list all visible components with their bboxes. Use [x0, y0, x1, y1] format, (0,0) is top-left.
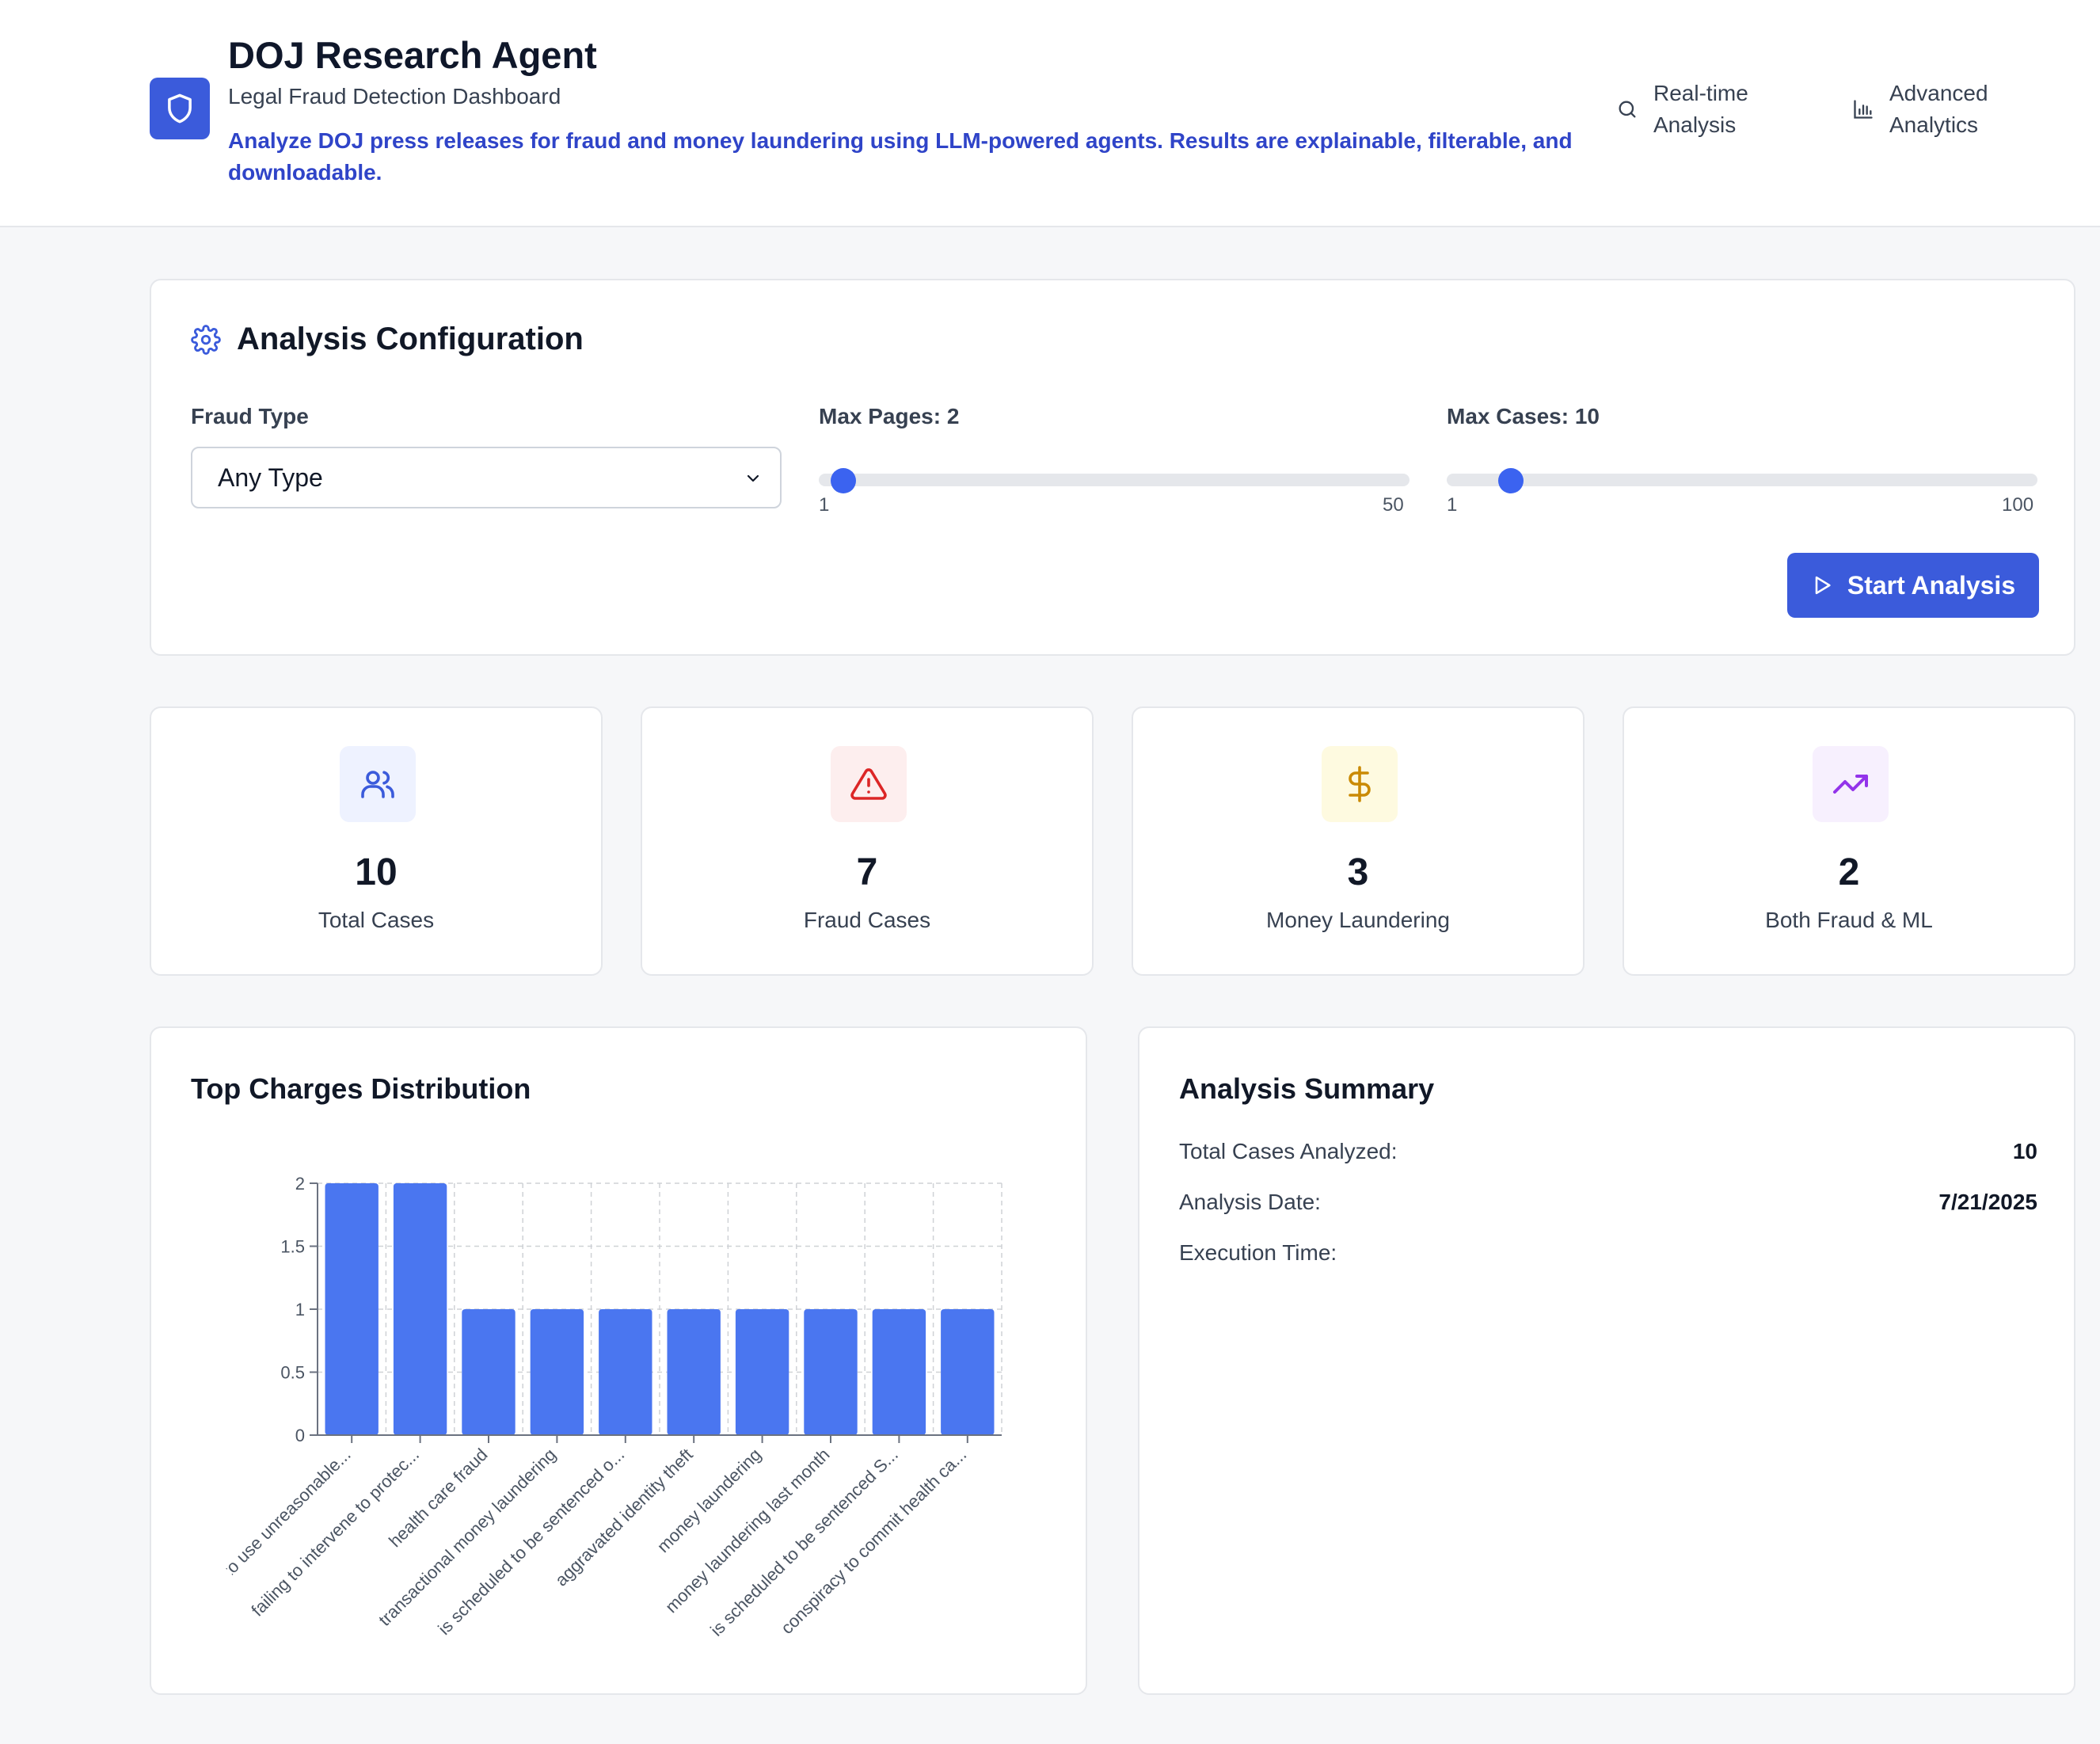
- app-subtitle: Legal Fraud Detection Dashboard: [228, 84, 561, 109]
- config-title: Analysis Configuration: [191, 322, 584, 357]
- stat-label: Both Fraud & ML: [1765, 908, 1933, 932]
- start-analysis-button[interactable]: Start Analysis: [1787, 553, 2039, 618]
- max-pages-max: 50: [1383, 494, 1404, 516]
- chart-bar: [667, 1309, 721, 1435]
- chart-bar: [530, 1309, 584, 1435]
- slider-track: [819, 474, 1410, 486]
- slider-track: [1447, 474, 2037, 486]
- stat-card-fraud-cases: 7 Fraud Cases: [641, 706, 1094, 976]
- analysis-summary-card: Analysis Summary Total Cases Analyzed: 1…: [1138, 1026, 2075, 1695]
- summary-label: Execution Time:: [1179, 1240, 1337, 1265]
- users-icon-badge: [340, 746, 416, 822]
- app-description: Analyze DOJ press releases for fraud and…: [228, 128, 1573, 185]
- stat-value: 7: [856, 851, 878, 893]
- summary-value: 10: [2012, 1139, 2037, 1163]
- chart-bar: [735, 1309, 789, 1435]
- x-tick-label: aggravated identity theft: [551, 1445, 697, 1590]
- trending-up-icon-badge: [1813, 746, 1889, 822]
- chart-bar: [599, 1309, 652, 1435]
- y-tick-label: 1.5: [280, 1237, 305, 1257]
- shield-icon: [168, 93, 192, 124]
- stat-card-total-cases: 10 Total Cases: [150, 706, 603, 976]
- analysis-configuration-card: Analysis Configuration Fraud Type Any Ty…: [150, 279, 2075, 656]
- play-icon: [1815, 576, 1831, 595]
- max-cases-slider[interactable]: [1447, 458, 2037, 505]
- dollar-icon-badge: [1322, 746, 1398, 822]
- app-logo: [150, 78, 210, 139]
- max-cases-label: Max Cases: 10: [1447, 404, 1600, 428]
- chart-bar: [462, 1309, 515, 1435]
- dollar-icon: [1349, 766, 1371, 802]
- search-icon: [1615, 97, 1639, 121]
- max-cases-max: 100: [2002, 494, 2034, 516]
- warning-icon: [850, 768, 887, 800]
- chevron-down-icon: [747, 474, 759, 482]
- stat-card-money-laundering: 3 Money Laundering: [1132, 706, 1585, 976]
- stat-card-both-fraud-ml: 2 Both Fraud & ML: [1623, 706, 2075, 976]
- summary-row-analysis-date: Analysis Date: 7/21/2025: [1179, 1190, 2037, 1215]
- summary-row-total-cases: Total Cases Analyzed: 10: [1179, 1139, 2037, 1164]
- top-charges-bar-chart: 00.511.52ing to use unreasonable...faili…: [218, 1174, 1002, 1640]
- chart-bar: [941, 1309, 995, 1435]
- y-tick-label: 1: [295, 1300, 305, 1319]
- feature-label: Real-time Analysis: [1653, 81, 1748, 137]
- chart-bar: [804, 1309, 858, 1435]
- trending-up-icon: [1833, 775, 1868, 794]
- y-tick-label: 2: [295, 1174, 305, 1194]
- stat-value: 3: [1347, 851, 1369, 893]
- max-cases-min: 1: [1447, 494, 1458, 516]
- slider-thumb[interactable]: [830, 468, 856, 493]
- config-title-text: Analysis Configuration: [237, 322, 584, 356]
- summary-label: Total Cases Analyzed:: [1179, 1139, 1398, 1163]
- app-title: DOJ Research Agent: [228, 34, 597, 76]
- summary-title: Analysis Summary: [1179, 1072, 1435, 1105]
- chart-bar: [393, 1183, 447, 1435]
- stat-value: 2: [1838, 851, 1860, 893]
- app-header: DOJ Research Agent Legal Fraud Detection…: [0, 0, 2100, 227]
- fraud-type-value: Any Type: [218, 463, 323, 492]
- stat-value: 10: [355, 851, 398, 893]
- start-analysis-label: Start Analysis: [1847, 570, 2016, 600]
- slider-thumb[interactable]: [1497, 468, 1524, 493]
- stat-label: Money Laundering: [1266, 908, 1450, 932]
- users-icon: [361, 771, 394, 798]
- stat-label: Fraud Cases: [803, 908, 931, 932]
- top-charges-card: Top Charges Distribution 0 0.5 1 1.5 2 ing to…: [150, 1026, 1087, 1695]
- bar-chart-icon: [1851, 97, 1875, 121]
- chart-bar: [325, 1183, 379, 1435]
- chart-bar: [872, 1309, 926, 1435]
- feature-realtime-analysis: Real-time Analysis: [1615, 78, 1798, 141]
- feature-label: Advanced Analytics: [1889, 81, 1988, 137]
- summary-value: 7/21/2025: [1938, 1190, 2037, 1214]
- summary-row-execution-time: Execution Time:: [1179, 1240, 2037, 1266]
- warning-icon-badge: [831, 746, 907, 822]
- y-tick-label: 0.5: [280, 1363, 305, 1383]
- fraud-type-label: Fraud Type: [191, 404, 309, 428]
- gear-icon: [191, 324, 221, 355]
- y-tick-label: 0: [295, 1426, 305, 1445]
- feature-advanced-analytics: Advanced Analytics: [1851, 78, 2033, 141]
- fraud-type-select[interactable]: Any Type: [191, 447, 782, 508]
- max-pages-min: 1: [819, 494, 830, 516]
- summary-label: Analysis Date:: [1179, 1190, 1321, 1214]
- max-pages-slider[interactable]: [819, 458, 1410, 505]
- stat-label: Total Cases: [318, 908, 435, 932]
- max-pages-label: Max Pages: 2: [819, 404, 960, 428]
